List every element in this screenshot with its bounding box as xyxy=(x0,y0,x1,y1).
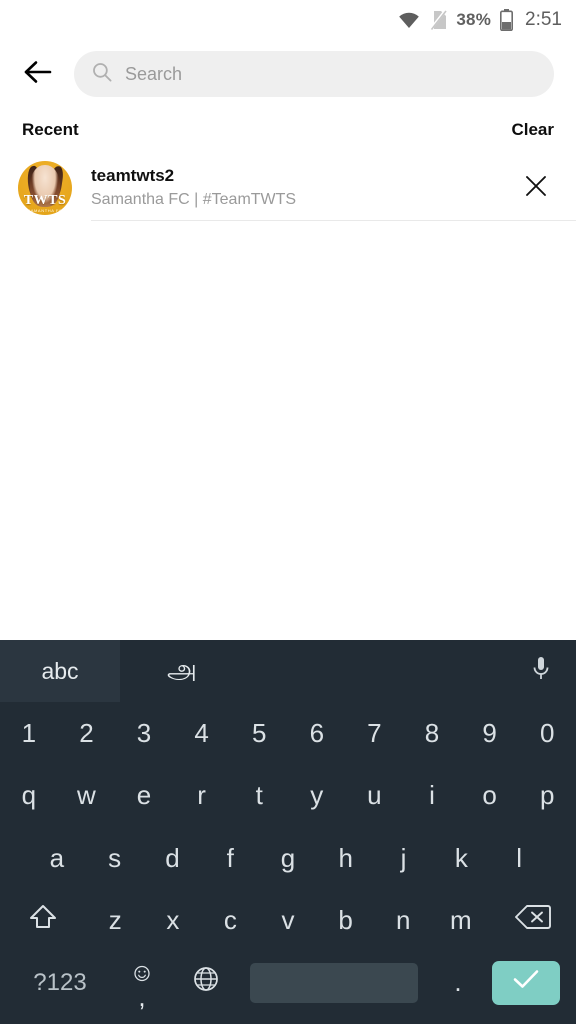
backspace-key[interactable] xyxy=(490,889,576,951)
search-placeholder: Search xyxy=(125,63,183,84)
status-bar: 38% 2:51 xyxy=(0,0,576,40)
enter-key[interactable] xyxy=(486,952,566,1014)
tab-latin-layout[interactable]: abc xyxy=(0,640,120,702)
search-input[interactable]: Search xyxy=(74,51,554,97)
key-m[interactable]: m xyxy=(432,889,490,951)
battery-icon xyxy=(500,9,514,31)
key-8[interactable]: 8 xyxy=(403,702,461,764)
key-4[interactable]: 4 xyxy=(173,702,231,764)
microphone-icon xyxy=(529,654,553,689)
no-sim-icon xyxy=(429,10,448,30)
key-v[interactable]: v xyxy=(259,889,317,951)
key-7[interactable]: 7 xyxy=(346,702,404,764)
key-s[interactable]: s xyxy=(86,827,144,889)
back-arrow-icon xyxy=(24,60,52,89)
username-label: teamtwts2 xyxy=(91,165,175,185)
keyboard-row-bottom-letters: z x c v b n m xyxy=(0,889,576,951)
key-5[interactable]: 5 xyxy=(230,702,288,764)
keyboard-row-home: a s d f g h j k l xyxy=(0,827,576,889)
key-w[interactable]: w xyxy=(58,764,116,826)
key-n[interactable]: n xyxy=(374,889,432,951)
key-h[interactable]: h xyxy=(317,827,375,889)
key-g[interactable]: g xyxy=(259,827,317,889)
search-icon xyxy=(92,62,112,87)
voice-input-button[interactable] xyxy=(506,640,576,702)
space-key[interactable] xyxy=(250,962,418,1003)
key-c[interactable]: c xyxy=(202,889,260,951)
key-i[interactable]: i xyxy=(403,764,461,826)
keyboard-row-function: ?123 , . xyxy=(0,952,576,1020)
phone-screen: 38% 2:51 Search Recent Clear TWTS SAMANT… xyxy=(0,0,576,1024)
key-r[interactable]: r xyxy=(173,764,231,826)
key-2[interactable]: 2 xyxy=(58,702,116,764)
clock-label: 2:51 xyxy=(525,9,562,30)
key-b[interactable]: b xyxy=(317,889,375,951)
backspace-icon xyxy=(514,904,551,937)
keyboard-row-top: q w e r t y u i o p xyxy=(0,764,576,826)
key-d[interactable]: d xyxy=(144,827,202,889)
shift-icon xyxy=(28,902,58,939)
key-x[interactable]: x xyxy=(144,889,202,951)
key-z[interactable]: z xyxy=(86,889,144,951)
key-t[interactable]: t xyxy=(230,764,288,826)
comma-key[interactable]: , xyxy=(110,952,174,1014)
avatar-subtag: SAMANTHA FC xyxy=(27,208,63,213)
on-screen-keyboard: abc அ 1 2 3 4 5 6 7 8 9 0 q w e r t y u … xyxy=(0,640,576,1024)
back-button[interactable] xyxy=(18,54,58,94)
period-key[interactable]: . xyxy=(430,952,486,1014)
keyboard-row-numbers: 1 2 3 4 5 6 7 8 9 0 xyxy=(0,702,576,764)
list-item[interactable]: TWTS SAMANTHA FC teamtwts2 Samantha FC |… xyxy=(0,148,576,220)
key-3[interactable]: 3 xyxy=(115,702,173,764)
fullname-label: Samantha FC | #TeamTWTS xyxy=(91,190,297,208)
language-switch-key[interactable] xyxy=(174,952,238,1014)
clear-button[interactable]: Clear xyxy=(511,120,554,140)
recent-title: Recent xyxy=(22,120,79,139)
globe-icon xyxy=(192,965,220,1000)
key-1[interactable]: 1 xyxy=(0,702,58,764)
empty-results-area xyxy=(0,221,576,605)
recent-header: Recent Clear xyxy=(0,108,576,148)
tab-tamil-layout[interactable]: அ xyxy=(120,640,244,702)
remove-recent-button[interactable] xyxy=(514,166,558,210)
avatar: TWTS SAMANTHA FC xyxy=(18,161,72,215)
keyboard-rows: 1 2 3 4 5 6 7 8 9 0 q w e r t y u i o p … xyxy=(0,702,576,1024)
key-k[interactable]: k xyxy=(432,827,490,889)
key-p[interactable]: p xyxy=(518,764,576,826)
checkmark-icon xyxy=(511,967,541,998)
key-l[interactable]: l xyxy=(490,827,548,889)
key-u[interactable]: u xyxy=(346,764,404,826)
key-y[interactable]: y xyxy=(288,764,346,826)
enter-key-surface xyxy=(492,960,560,1005)
close-icon xyxy=(525,175,547,202)
key-e[interactable]: e xyxy=(115,764,173,826)
avatar-label: TWTS xyxy=(23,193,67,208)
key-f[interactable]: f xyxy=(201,827,259,889)
list-item-text: teamtwts2 Samantha FC | #TeamTWTS xyxy=(72,165,514,211)
key-0[interactable]: 0 xyxy=(518,702,576,764)
key-o[interactable]: o xyxy=(461,764,519,826)
battery-percent-label: 38% xyxy=(456,10,492,29)
keyboard-toolbar: abc அ xyxy=(0,640,576,702)
wifi-icon xyxy=(398,11,420,29)
key-9[interactable]: 9 xyxy=(461,702,519,764)
comma-label: , xyxy=(138,981,146,1012)
symbols-key[interactable]: ?123 xyxy=(10,952,110,1014)
key-q[interactable]: q xyxy=(0,764,58,826)
key-6[interactable]: 6 xyxy=(288,702,346,764)
key-j[interactable]: j xyxy=(375,827,433,889)
search-app-bar: Search xyxy=(0,40,576,108)
shift-key[interactable] xyxy=(0,889,86,951)
key-a[interactable]: a xyxy=(28,827,86,889)
